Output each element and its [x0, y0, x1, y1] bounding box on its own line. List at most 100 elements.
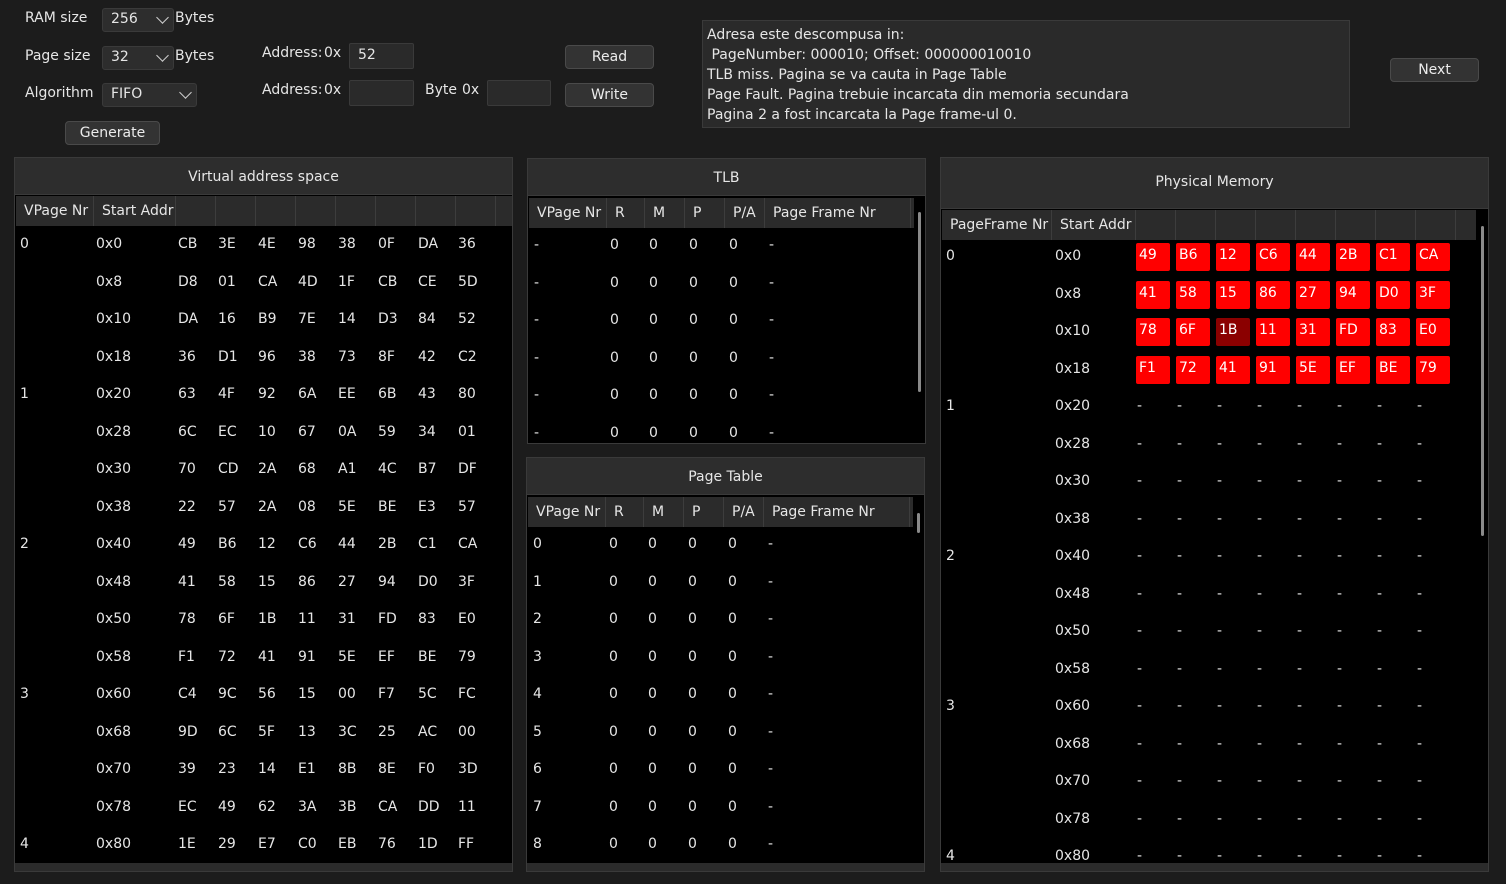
memory-byte-cell[interactable]: C6 [1256, 243, 1290, 271]
write-button[interactable]: Write [565, 83, 654, 107]
byte-cell: E1 [298, 761, 316, 777]
byte-cell: 01 [458, 423, 476, 440]
byte-cell: EF [378, 648, 395, 665]
byte-cell: 11 [458, 798, 476, 815]
memory-byte-cell[interactable]: F1 [1136, 355, 1170, 384]
memory-byte-cell[interactable]: 41 [1136, 280, 1170, 309]
column-header: P [684, 497, 724, 527]
memory-byte-cell[interactable]: E0 [1416, 318, 1450, 346]
start-addr-cell: 0x58 [1055, 660, 1091, 677]
start-addr-cell: 0x50 [1055, 623, 1091, 639]
byte-cell: 98 [298, 236, 316, 252]
memory-byte-cell[interactable]: 58 [1176, 280, 1210, 309]
memory-byte-cell: - [1257, 623, 1263, 639]
byte-cell: 44 [338, 536, 356, 552]
memory-byte-cell[interactable]: 86 [1256, 280, 1290, 309]
pa-bit-cell: 0 [728, 611, 737, 627]
byte-label: Byte [425, 82, 457, 98]
memory-byte-cell[interactable]: 5E [1296, 355, 1330, 384]
memory-byte-cell: - [1417, 585, 1423, 602]
memory-byte-cell[interactable]: 31 [1296, 318, 1330, 346]
byte-cell: 91 [298, 648, 316, 665]
memory-byte-cell[interactable]: 15 [1216, 280, 1250, 309]
r-bit-cell: 0 [609, 836, 618, 852]
read-button[interactable]: Read [565, 45, 654, 69]
read-address-input[interactable]: 52 [349, 43, 414, 69]
byte-cell: 8E [378, 761, 396, 777]
algorithm-select[interactable]: FIFO [102, 83, 197, 107]
p-bit-cell: 0 [689, 387, 698, 403]
byte-cell: D0 [418, 573, 438, 590]
memory-byte-cell[interactable]: 2B [1336, 243, 1370, 271]
page-table-scrollbar[interactable] [917, 513, 920, 533]
physical-scrollbar[interactable] [1481, 226, 1484, 536]
memory-byte-cell[interactable]: 41 [1216, 355, 1250, 384]
column-header: R [606, 497, 644, 527]
memory-byte-cell: - [1177, 773, 1183, 789]
log-line: TLB miss. Pagina se va cauta in Page Tab… [707, 67, 1007, 83]
memory-byte-cell[interactable]: B6 [1176, 243, 1210, 271]
memory-byte-cell[interactable]: 49 [1136, 243, 1170, 271]
memory-byte-cell[interactable]: 79 [1416, 355, 1450, 384]
generate-button[interactable]: Generate [65, 121, 160, 145]
vpage-nr-cell: 3 [20, 686, 29, 702]
byte-cell: DA [418, 236, 439, 252]
memory-byte-cell[interactable]: 1B [1216, 318, 1250, 346]
virtual-hscroll[interactable] [15, 863, 512, 871]
memory-byte-cell[interactable]: FD [1336, 318, 1370, 346]
memory-byte-cell[interactable]: CA [1416, 243, 1450, 271]
page-size-select[interactable]: 32 [102, 46, 174, 70]
byte-cell: 12 [258, 536, 276, 552]
byte-cell: 8F [378, 348, 395, 365]
byte-cell: 14 [338, 311, 356, 327]
byte-cell: 49 [178, 536, 196, 552]
memory-byte-cell[interactable]: EF [1336, 355, 1370, 384]
byte-cell: 73 [338, 348, 356, 365]
memory-byte-cell: - [1177, 698, 1183, 714]
memory-byte-cell[interactable]: 91 [1256, 355, 1290, 384]
memory-byte-cell[interactable]: 94 [1336, 280, 1370, 309]
pa-bit-cell: 0 [728, 798, 737, 815]
column-header [416, 196, 456, 226]
next-button[interactable]: Next [1390, 58, 1479, 82]
byte-cell: 01 [218, 273, 236, 290]
m-bit-cell: 0 [648, 686, 657, 702]
memory-byte-cell[interactable]: 44 [1296, 243, 1330, 271]
byte-cell: 29 [218, 836, 236, 852]
table-row: 3 0x60 - - - - - - - - [941, 689, 1488, 727]
column-header [1416, 210, 1456, 240]
byte-input[interactable] [487, 80, 551, 106]
tlb-scrollbar[interactable] [918, 212, 921, 392]
start-addr-cell: 0x40 [96, 536, 132, 552]
page-frame-nr-cell: 4 [946, 848, 955, 864]
byte-cell: 31 [338, 611, 356, 627]
start-addr-cell: 0x60 [96, 686, 132, 702]
memory-byte-cell: - [1177, 810, 1183, 827]
memory-byte-cell[interactable]: 12 [1216, 243, 1250, 271]
memory-byte-cell: - [1417, 510, 1423, 527]
ram-size-select[interactable]: 256 [102, 8, 174, 32]
memory-byte-cell[interactable]: 27 [1296, 280, 1330, 309]
byte-cell: EB [338, 836, 357, 852]
pa-bit-cell: 0 [728, 648, 737, 665]
page-frame-nr-cell: 2 [946, 548, 955, 564]
p-bit-cell: 0 [689, 274, 698, 291]
page-table-hscroll[interactable] [527, 863, 924, 871]
physical-hscroll[interactable] [941, 863, 1488, 871]
memory-byte-cell[interactable]: 72 [1176, 355, 1210, 384]
memory-byte-cell[interactable]: 78 [1136, 318, 1170, 346]
pa-bit-cell: 0 [729, 312, 738, 328]
byte-cell: 49 [218, 798, 236, 815]
start-addr-cell: 0x78 [96, 798, 132, 815]
memory-byte-cell: - [1177, 735, 1183, 752]
memory-byte-cell[interactable]: 3F [1416, 280, 1450, 309]
memory-byte-cell[interactable]: 83 [1376, 318, 1410, 346]
memory-byte-cell[interactable]: C1 [1376, 243, 1410, 271]
memory-byte-cell[interactable]: 11 [1256, 318, 1290, 346]
memory-byte-cell[interactable]: D0 [1376, 280, 1410, 309]
memory-byte-cell[interactable]: 6F [1176, 318, 1210, 346]
byte-cell: 15 [298, 686, 316, 702]
memory-byte-cell[interactable]: BE [1376, 355, 1410, 384]
memory-byte-cell: - [1377, 698, 1383, 714]
write-address-input[interactable] [349, 80, 414, 106]
